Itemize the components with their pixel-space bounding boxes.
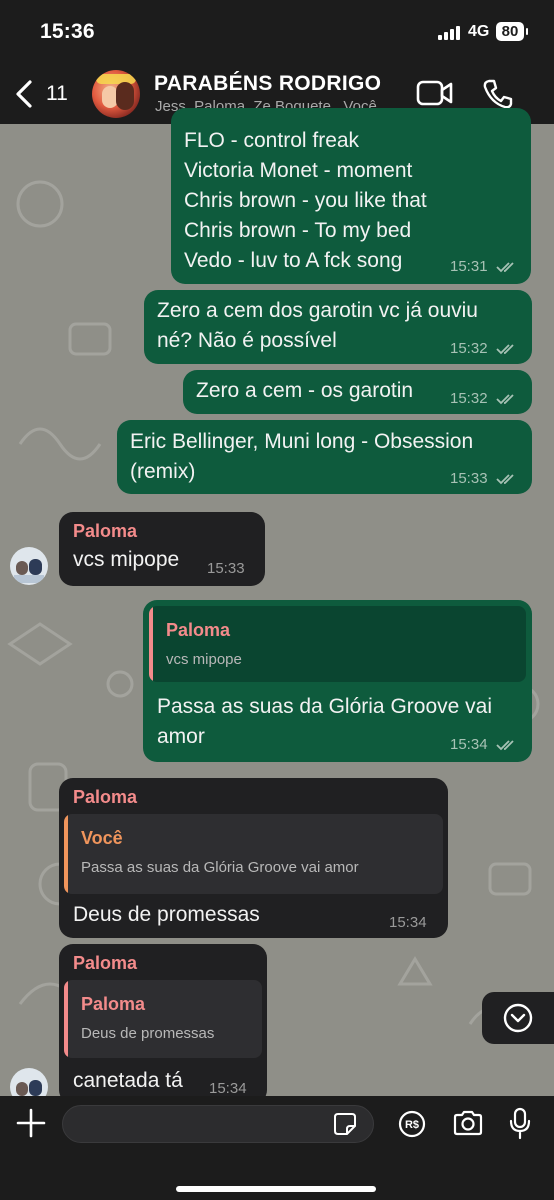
quote-bar: [149, 606, 153, 682]
message-time: 15:34: [389, 914, 427, 931]
scroll-to-bottom-button[interactable]: [482, 992, 554, 1044]
quote-text: Passa as suas da Glória Groove vai amor: [81, 859, 359, 876]
message-line: (remix): [130, 460, 196, 483]
unread-count: 11: [46, 82, 68, 105]
message-meta: 15:33: [450, 470, 518, 487]
message-line: Victoria Monet - moment: [184, 159, 413, 182]
message-meta: 15:31: [450, 258, 518, 275]
plus-icon[interactable]: [16, 1108, 46, 1138]
back-button[interactable]: 11: [14, 76, 74, 112]
home-indicator: [176, 1186, 376, 1192]
chevron-left-icon: [16, 80, 32, 108]
message-line: Chris brown - you like that: [184, 189, 427, 212]
battery-indicator: 80: [496, 22, 528, 41]
message-time: 15:32: [450, 390, 488, 407]
payment-icon[interactable]: R$: [398, 1110, 426, 1138]
message-bubble-outgoing[interactable]: Zero a cem dos garotin vc já ouviu né? N…: [144, 290, 532, 364]
quote-author: Paloma: [81, 994, 146, 1014]
quote-text: Deus de promessas: [81, 1025, 215, 1042]
message-line: Zero a cem dos garotin vc já ouviu: [157, 299, 478, 322]
svg-text:R$: R$: [405, 1119, 419, 1131]
message-line: canetada tá: [73, 1069, 183, 1092]
message-meta: 15:34: [450, 736, 518, 753]
phone-icon[interactable]: [482, 78, 514, 110]
double-check-icon: [496, 344, 514, 355]
sender-name[interactable]: Paloma: [73, 521, 137, 542]
message-bubble-incoming[interactable]: Paloma Você Passa as suas da Glória Groo…: [59, 778, 448, 938]
message-bubble-outgoing[interactable]: Zero a cem - os garotin 15:32: [183, 370, 532, 414]
signal-icon: [438, 26, 462, 40]
video-call-icon[interactable]: [416, 78, 454, 108]
quoted-message[interactable]: Paloma Deus de promessas: [64, 980, 262, 1058]
message-time: 15:32: [450, 340, 488, 357]
message-line: Chris brown - To my bed: [184, 219, 412, 242]
whatsapp-chat-screen: 15:36 4G 80 11 PARABÉNS RODRIGO Jess, Pa…: [0, 0, 554, 1200]
status-time: 15:36: [40, 20, 95, 43]
sender-name[interactable]: Paloma: [73, 953, 137, 974]
message-line: né? Não é possível: [157, 329, 337, 352]
message-time: 15:31: [450, 258, 488, 275]
message-line: Zero a cem - os garotin: [196, 379, 414, 402]
double-check-icon: [496, 740, 514, 751]
sender-name[interactable]: Paloma: [73, 787, 137, 808]
message-line: amor: [157, 725, 205, 748]
double-check-icon: [496, 474, 514, 485]
message-line: FLO - control freak: [184, 129, 360, 152]
message-time: 15:33: [450, 470, 488, 487]
message-line: Passa as suas da Glória Groove vai: [157, 695, 492, 718]
sender-avatar[interactable]: [10, 547, 48, 585]
message-bubble-incoming[interactable]: Paloma vcs mipope 15:33: [59, 512, 265, 586]
message-bubble-outgoing[interactable]: Paloma vcs mipope Passa as suas da Glóri…: [143, 600, 532, 762]
double-check-icon: [496, 262, 514, 273]
microphone-icon[interactable]: [508, 1107, 532, 1141]
double-check-icon: [496, 394, 514, 405]
group-title[interactable]: PARABÉNS RODRIGO: [154, 72, 381, 96]
quote-bar: [64, 814, 68, 894]
message-line: vcs mipope: [73, 548, 180, 571]
message-input-bar: R$: [0, 1096, 554, 1200]
message-bubble-incoming[interactable]: Paloma Paloma Deus de promessas canetada…: [59, 944, 267, 1104]
quoted-message[interactable]: Você Passa as suas da Glória Groove vai …: [64, 814, 443, 894]
quote-author: Você: [81, 828, 123, 848]
quote-text: vcs mipope: [166, 651, 242, 668]
message-time: 15:34: [450, 736, 488, 753]
network-type: 4G: [468, 23, 490, 40]
message-bubble-outgoing[interactable]: Eric Bellinger, Muni long - Obsession (r…: [117, 420, 532, 494]
message-bubble-outgoing[interactable]: FLO - control freak Victoria Monet - mom…: [171, 108, 531, 284]
quoted-message[interactable]: Paloma vcs mipope: [149, 606, 526, 682]
message-meta: 15:32: [450, 390, 518, 407]
message-line: Vedo - luv to A fck song: [184, 249, 403, 272]
message-time: 15:33: [207, 560, 245, 577]
message-time: 15:34: [209, 1080, 247, 1097]
group-avatar[interactable]: [92, 70, 140, 118]
camera-icon[interactable]: [452, 1109, 484, 1137]
message-input[interactable]: [62, 1105, 374, 1143]
message-meta: 15:32: [450, 340, 518, 357]
message-line: Deus de promessas: [73, 903, 260, 926]
chevron-down-icon: [503, 1003, 533, 1033]
quote-bar: [64, 980, 68, 1058]
sticker-icon[interactable]: [333, 1112, 357, 1136]
message-line: Eric Bellinger, Muni long - Obsession: [130, 430, 474, 453]
status-bar: 15:36 4G 80: [0, 0, 554, 64]
quote-author: Paloma: [166, 620, 231, 640]
